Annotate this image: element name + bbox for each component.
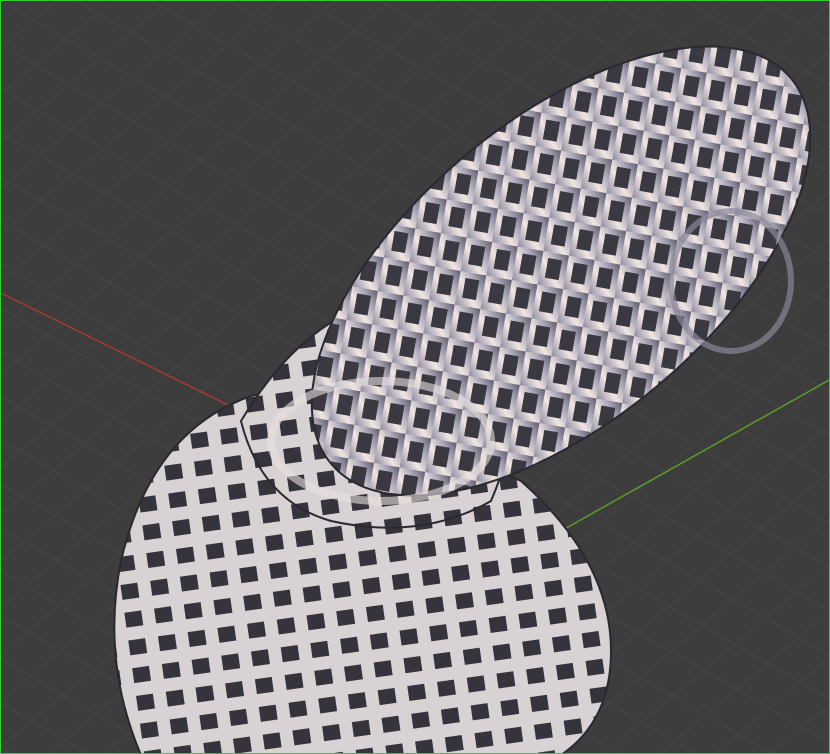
3d-viewport[interactable] <box>0 0 830 754</box>
viewport-canvas[interactable] <box>1 1 830 754</box>
